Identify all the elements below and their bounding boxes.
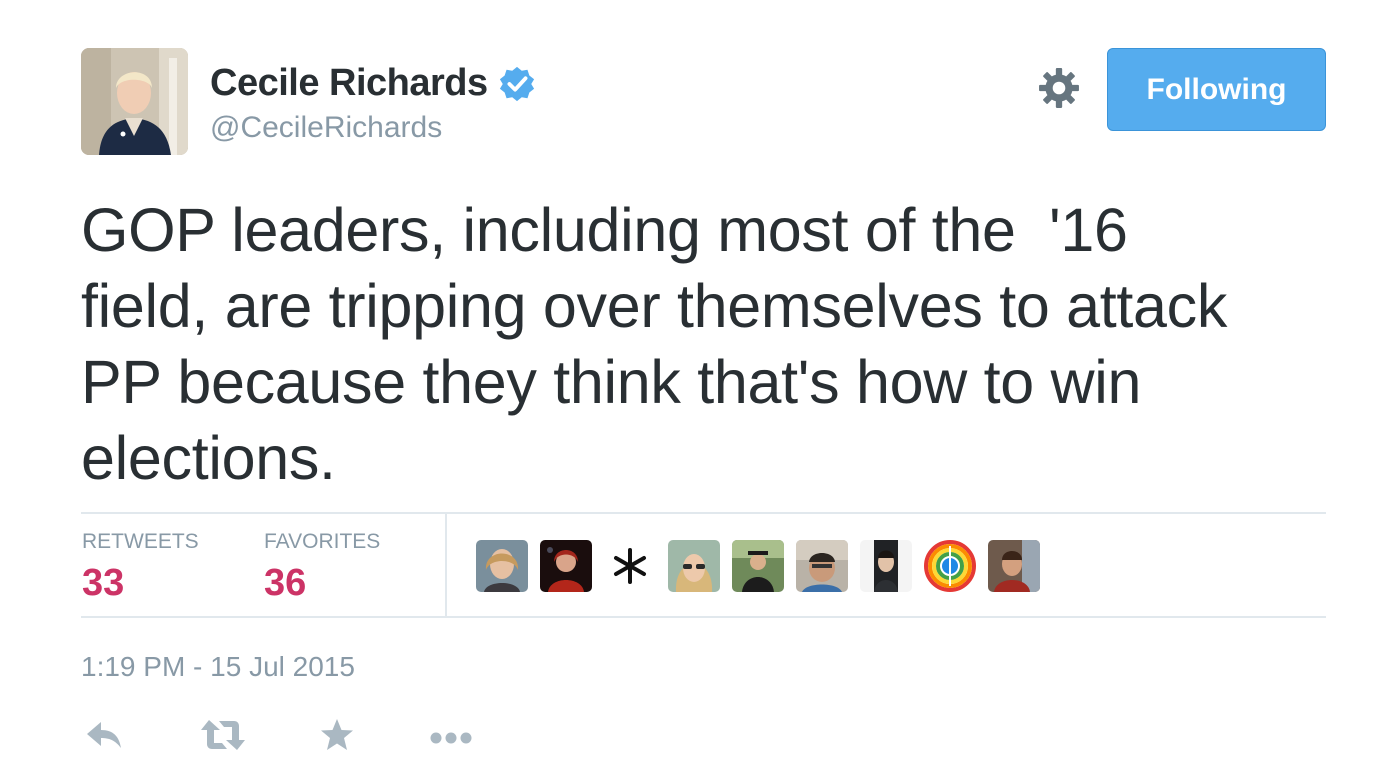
verified-badge-icon [499,66,534,101]
favoriter-avatar-5[interactable] [732,540,784,592]
user-avatar[interactable] [81,48,188,155]
favoriter-avatar-8[interactable] [924,540,976,592]
gear-icon[interactable] [1038,67,1080,109]
retweet-icon[interactable] [199,718,247,752]
more-icon[interactable] [429,718,473,752]
favoriter-avatar-6[interactable] [796,540,848,592]
favoriter-avatar-4[interactable] [668,540,720,592]
retweets-stat[interactable]: RETWEETS 33 [82,530,199,605]
stats-top-divider [81,512,1326,514]
user-name-row: Cecile Richards [210,62,536,105]
tweet-text: GOP leaders, including most of the '16 f… [81,196,1228,492]
retweets-label: RETWEETS [82,530,199,553]
favoriters-avatars [476,540,1040,592]
favorites-label: FAVORITES [264,530,381,553]
favoriter-avatar-7[interactable] [860,540,912,592]
stats-bottom-divider [81,616,1326,618]
reply-icon[interactable] [85,718,125,752]
following-button[interactable]: Following [1107,48,1326,131]
favorites-count: 36 [264,562,307,604]
user-name[interactable]: Cecile Richards [210,62,488,105]
favorite-icon[interactable] [319,718,355,752]
retweets-count: 33 [82,562,125,604]
stats-vertical-divider [445,514,447,616]
tweet-timestamp[interactable]: 1:19 PM - 15 Jul 2015 [81,651,355,683]
favoriter-avatar-3[interactable] [604,540,656,592]
favorites-stat[interactable]: FAVORITES 36 [264,530,380,605]
favoriter-avatar-9[interactable] [988,540,1040,592]
favoriter-avatar-1[interactable] [476,540,528,592]
user-handle[interactable]: @CecileRichards [210,111,442,145]
favoriter-avatar-2[interactable] [540,540,592,592]
